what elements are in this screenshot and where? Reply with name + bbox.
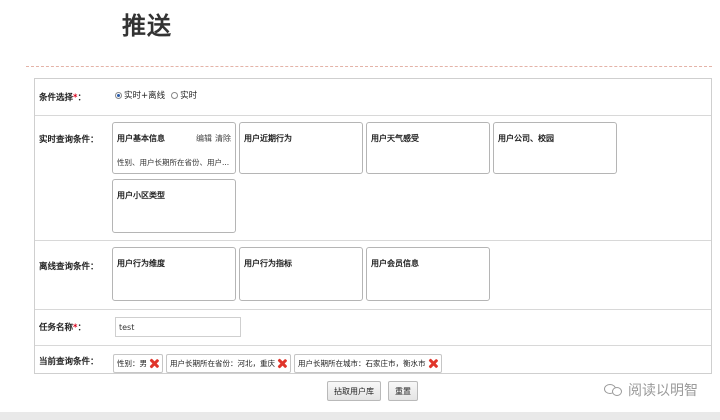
condition-radio-group: 实时+离线 实时 — [115, 89, 199, 101]
offline-conditions-row: 离线查询条件： 用户行为维度 用户行为指标 用户会员信息 — [35, 240, 711, 310]
remove-icon[interactable] — [278, 359, 287, 368]
condition-select-row: 条件选择*： 实时+离线 实时 — [35, 79, 711, 116]
offline-conditions-label: 离线查询条件： — [39, 262, 99, 272]
card-user-company-campus[interactable]: 用户公司、校园 — [493, 122, 617, 174]
remove-icon[interactable] — [150, 359, 159, 368]
card-user-membership[interactable]: 用户会员信息 — [366, 247, 490, 301]
task-name-label: 任务名称*： — [39, 323, 86, 333]
condition-select-label: 条件选择*： — [39, 93, 86, 103]
radio-unchecked-icon[interactable] — [171, 91, 179, 99]
realtime-conditions-row: 实时查询条件： 用户基本信息 编辑 清除 性别、用户长期所在省份、用户... 用户… — [35, 115, 711, 241]
current-conditions-row: 当前查询条件： 性别：男 用户长期所在省份：河北，重庆 用户长期所在城市：石家庄… — [35, 345, 711, 375]
card-user-behavior-dimension[interactable]: 用户行为维度 — [112, 247, 236, 301]
card-user-behavior-metric[interactable]: 用户行为指标 — [239, 247, 363, 301]
realtime-conditions-label: 实时查询条件： — [39, 135, 99, 145]
card-user-basic-info[interactable]: 用户基本信息 编辑 清除 性别、用户长期所在省份、用户... — [112, 122, 236, 174]
condition-tag: 性别：男 — [113, 354, 163, 373]
edit-link[interactable]: 编辑 — [196, 134, 212, 143]
bottom-bar — [0, 412, 720, 420]
radio-realtime-offline[interactable]: 实时+离线 — [115, 89, 165, 101]
page-title: 推送 — [122, 12, 172, 40]
watermark: 阅读以明智 — [604, 380, 698, 400]
wechat-icon — [604, 382, 624, 398]
task-name-row: 任务名称*： — [35, 309, 711, 346]
fetch-user-db-button[interactable]: 拈取用户库 — [327, 381, 381, 401]
current-conditions-label: 当前查询条件： — [39, 357, 99, 367]
radio-realtime[interactable]: 实时 — [171, 89, 197, 101]
condition-tag: 用户长期所在城市：石家庄市，衡水市 — [294, 354, 442, 373]
card-user-weather[interactable]: 用户天气感受 — [366, 122, 490, 174]
condition-tags: 性别：男 用户长期所在省份：河北，重庆 用户长期所在城市：石家庄市，衡水市 — [113, 354, 442, 373]
condition-tag: 用户长期所在省份：河北，重庆 — [166, 354, 291, 373]
remove-icon[interactable] — [429, 359, 438, 368]
card-user-recent-behavior[interactable]: 用户近期行为 — [239, 122, 363, 174]
radio-checked-icon[interactable] — [115, 91, 122, 99]
clear-link[interactable]: 清除 — [215, 134, 231, 143]
card-user-community-type[interactable]: 用户小区类型 — [112, 179, 236, 233]
dashed-separator — [26, 66, 712, 67]
task-name-input[interactable] — [115, 317, 241, 337]
card-description: 性别、用户长期所在省份、用户... — [117, 158, 230, 167]
reset-button[interactable]: 重置 — [388, 381, 418, 401]
query-form: 条件选择*： 实时+离线 实时 实时查询条件： 用户基本信息 编辑 清除 性别、用… — [34, 78, 712, 374]
